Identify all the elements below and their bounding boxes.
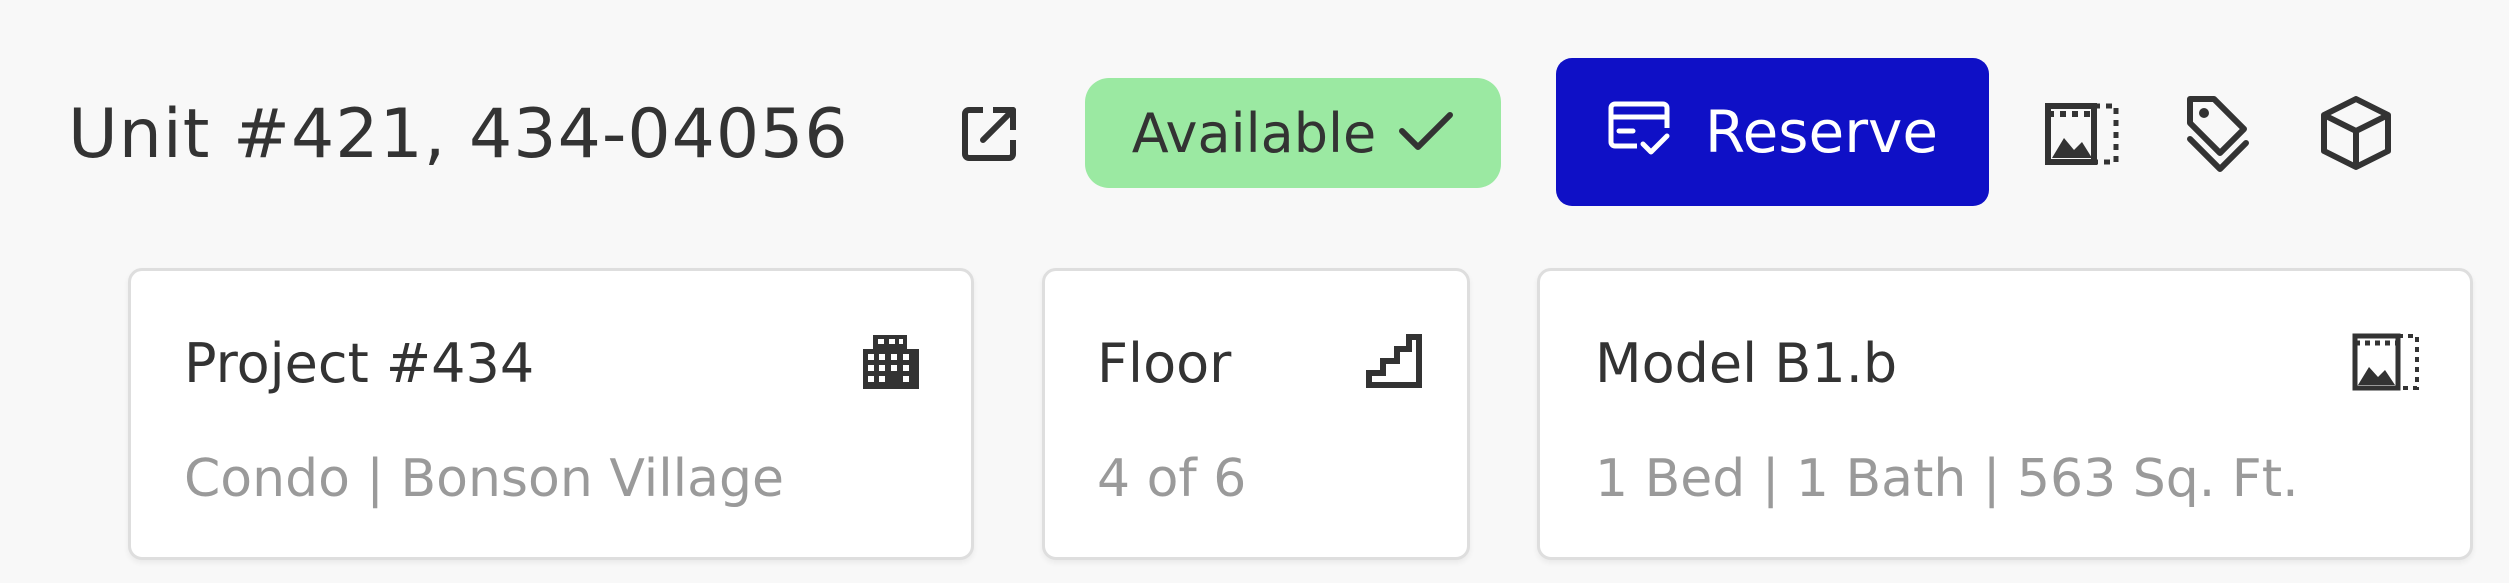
status-badge: Available (1085, 78, 1501, 188)
cube-icon[interactable] (2318, 94, 2394, 172)
project-title: Project #434 (184, 332, 535, 395)
check-icon (1398, 109, 1454, 157)
status-label: Available (1131, 101, 1377, 165)
tags-icon[interactable] (2182, 92, 2252, 174)
unit-title: Unit #421, 434-04056 (68, 95, 849, 174)
model-subtitle: 1 Bed | 1 Bath | 563 Sq. Ft. (1595, 449, 2299, 509)
gallery-icon[interactable] (2044, 98, 2120, 170)
floor-title: Floor (1097, 332, 1232, 395)
credit-card-check-icon (1607, 100, 1671, 164)
model-card: Model B1.b 1 Bed | 1 Bath | 563 Sq. Ft. (1537, 268, 2473, 560)
project-subtitle: Condo | Bonson Village (184, 449, 784, 509)
open-in-new-icon[interactable] (955, 100, 1023, 168)
reserve-button[interactable]: Reserve (1556, 58, 1989, 206)
floor-subtitle: 4 of 6 (1097, 449, 1247, 509)
floor-card: Floor 4 of 6 (1042, 268, 1470, 560)
project-card: Project #434 Condo | Bonson Village (128, 268, 974, 560)
reserve-label: Reserve (1704, 98, 1939, 166)
gallery-icon (2352, 333, 2420, 395)
unit-header: Unit #421, 434-04056 Available Reserve (0, 0, 2509, 270)
stairs-icon (1365, 333, 1423, 393)
model-title: Model B1.b (1595, 332, 1898, 395)
building-icon (861, 333, 921, 393)
